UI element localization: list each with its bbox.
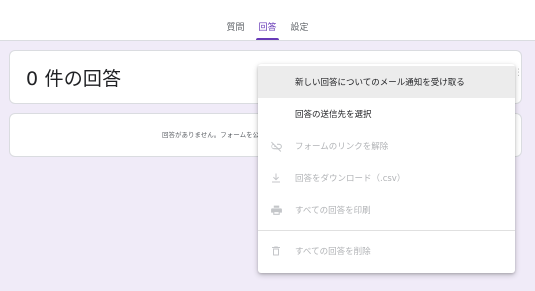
- download-icon: [269, 171, 283, 185]
- menu-item-unlink-form[interactable]: フォームのリンクを解除: [258, 130, 515, 162]
- print-icon: [269, 203, 283, 217]
- menu-item-label: 回答の送信先を選択: [295, 110, 372, 120]
- menu-item-label: 回答をダウンロード（.csv）: [295, 174, 406, 184]
- menu-item-label: すべての回答を印刷: [295, 206, 371, 216]
- menu-item-delete-all[interactable]: すべての回答を削除: [258, 235, 515, 267]
- menu-item-download-csv[interactable]: 回答をダウンロード（.csv）: [258, 162, 515, 194]
- menu-item-select-destination[interactable]: 回答の送信先を選択: [258, 98, 515, 130]
- tab-responses[interactable]: 回答: [256, 0, 279, 40]
- tab-bar: 質問 回答 設定: [0, 0, 535, 40]
- menu-item-email-notifications[interactable]: 新しい回答についてのメール通知を受け取る: [258, 66, 515, 98]
- tab-questions[interactable]: 質問: [226, 0, 244, 40]
- trash-icon: [269, 244, 283, 258]
- link-off-icon: [269, 139, 283, 153]
- menu-item-label: すべての回答を削除: [295, 247, 371, 257]
- menu-item-label: 新しい回答についてのメール通知を受け取る: [295, 78, 465, 88]
- menu-item-label: フォームのリンクを解除: [295, 142, 389, 152]
- menu-item-print-all[interactable]: すべての回答を印刷: [258, 194, 515, 226]
- response-options-menu: 新しい回答についてのメール通知を受け取る 回答の送信先を選択 フォームのリンクを…: [258, 64, 515, 273]
- tab-settings[interactable]: 設定: [291, 0, 309, 40]
- response-count-title: 0 件の回答: [26, 68, 122, 90]
- top-bar: 質問 回答 設定: [0, 0, 535, 41]
- menu-divider: [258, 230, 515, 231]
